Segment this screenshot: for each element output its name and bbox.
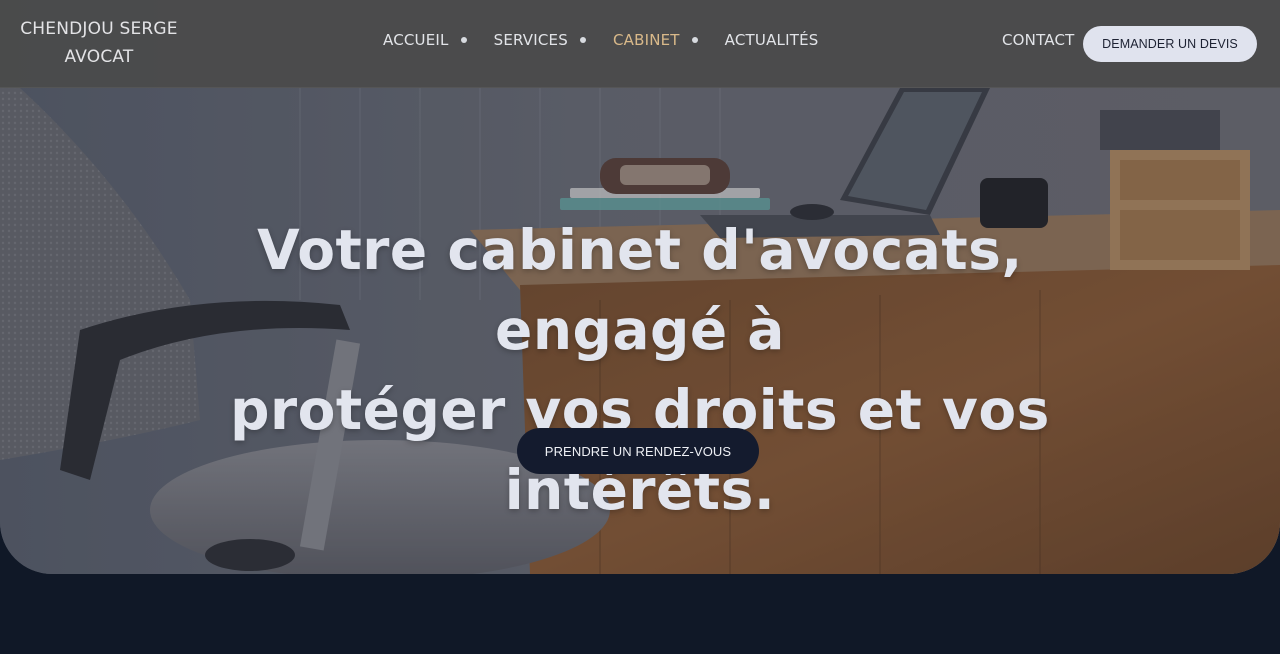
nav-item-accueil[interactable]: ACCUEIL (383, 31, 494, 49)
nav-separator-dot (691, 37, 698, 43)
brand-name-line1: CHENDJOU SERGE (20, 19, 178, 39)
nav-item-label: ACTUALITÉS (724, 31, 819, 49)
hero-headline-line1: Votre cabinet d'avocats, engagé à (257, 218, 1023, 362)
nav-item-label: ACCUEIL (383, 31, 449, 49)
nav-item-services[interactable]: SERVICES (494, 31, 613, 49)
nav-item-cabinet[interactable]: CABINET (613, 31, 725, 49)
nav-separator-dot (460, 37, 467, 43)
hero-section: CHENDJOU SERGE AVOCAT ACCUEIL SERVICES C… (0, 0, 1280, 574)
nav-separator-dot (579, 37, 586, 43)
next-section (0, 574, 1280, 654)
brand-logo[interactable]: CHENDJOU SERGE AVOCAT (18, 15, 180, 71)
page: CHENDJOU SERGE AVOCAT ACCUEIL SERVICES C… (0, 0, 1280, 654)
nav-item-label: CABINET (612, 31, 680, 49)
hero-headline: Votre cabinet d'avocats, engagé à protég… (140, 210, 1140, 530)
book-appointment-button[interactable]: PRENDRE UN RENDEZ-VOUS (517, 428, 759, 474)
nav-contact-link[interactable]: CONTACT (1002, 31, 1075, 49)
brand-name-line2: AVOCAT (64, 47, 134, 67)
top-navbar: CHENDJOU SERGE AVOCAT ACCUEIL SERVICES C… (0, 0, 1280, 88)
nav-item-label: SERVICES (493, 31, 568, 49)
nav-item-actualites[interactable]: ACTUALITÉS (725, 31, 819, 49)
main-nav: ACCUEIL SERVICES CABINET ACTUALITÉS (383, 31, 819, 49)
request-quote-button[interactable]: DEMANDER UN DEVIS (1083, 26, 1257, 62)
